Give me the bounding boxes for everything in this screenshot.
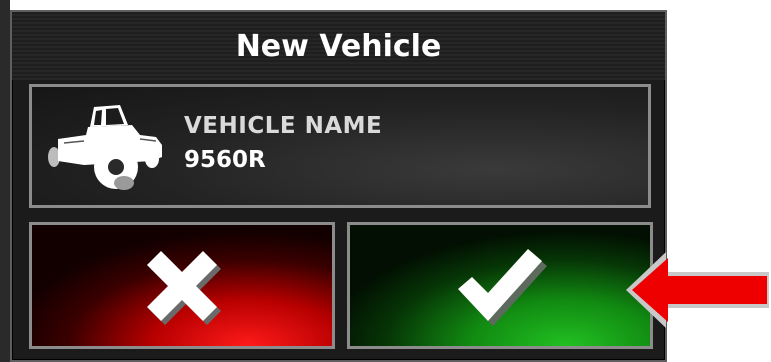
background-panel <box>0 0 10 362</box>
vehicle-name-field[interactable]: VEHICLE NAME 9560R <box>29 84 651 208</box>
vehicle-name-value: 9560R <box>184 147 266 173</box>
dialog-title: New Vehicle <box>235 28 442 64</box>
vehicle-name-label: VEHICLE NAME <box>184 113 383 139</box>
cancel-button[interactable] <box>29 222 335 349</box>
new-vehicle-dialog: New Vehicle VEHICLE NAME 9560R <box>10 10 667 362</box>
red-arrow-icon <box>626 252 769 328</box>
dialog-title-bar: New Vehicle <box>12 12 665 80</box>
checkmark-icon <box>458 248 547 326</box>
tractor-icon <box>48 105 162 190</box>
confirm-button[interactable] <box>347 222 653 349</box>
cancel-x-icon <box>147 250 221 325</box>
